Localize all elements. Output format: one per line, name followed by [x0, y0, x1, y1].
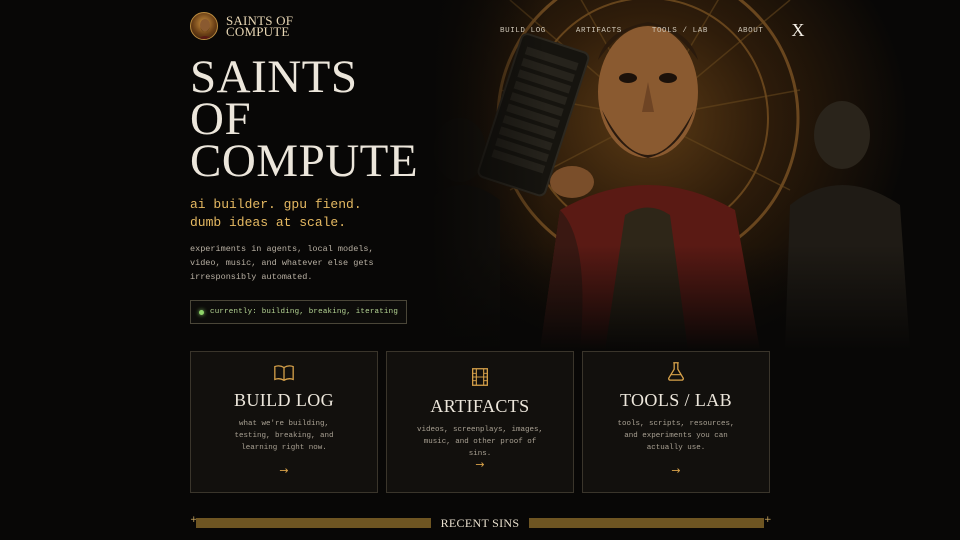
card-description: videos, screenplays, images, music, and … [416, 426, 544, 458]
nav-about[interactable]: ABOUT [738, 27, 764, 35]
hero-saint-artwork [430, 0, 960, 350]
arrow-right-icon[interactable]: → [279, 464, 288, 477]
tagline-line: ai builder. gpu fiend. [190, 197, 362, 212]
tagline-line: dumb ideas at scale. [190, 215, 347, 230]
film-icon [472, 368, 488, 386]
saint-logo-icon [190, 12, 218, 40]
x-social-link[interactable]: X [791, 20, 804, 41]
card-title: TOOLS / LAB [619, 390, 733, 410]
status-text: currently: building, breaking, iterating [210, 308, 399, 316]
brand-name: SAINTS OF COMPUTE [226, 13, 294, 39]
hero-title-line: OF [190, 93, 252, 145]
card-tools-lab[interactable]: TOOLS / LAB tools, scripts, resources, a… [582, 351, 770, 493]
nav-build-log[interactable]: BUILD LOG [500, 27, 546, 35]
plus-icon: + [764, 515, 772, 525]
top-nav: BUILD LOG ARTIFACTS TOOLS / LAB ABOUT X [500, 20, 804, 41]
card-description: what we're building, testing, breaking, … [234, 420, 334, 452]
status-dot-icon [199, 309, 204, 315]
card-build-log[interactable]: BUILD LOG what we're building, testing, … [190, 351, 378, 493]
divider-bar [529, 518, 764, 528]
hero-title-line: SAINTS [190, 51, 358, 103]
flask-icon [668, 362, 684, 381]
hero-title: SAINTS OF COMPUTE [190, 51, 419, 187]
hero-title-line: COMPUTE [190, 135, 419, 187]
section-title-recent-sins: RECENT SINS [440, 516, 520, 530]
brand-link[interactable]: SAINTS OF COMPUTE [190, 12, 296, 40]
hero-description: experiments in agents, local models, vid… [190, 244, 374, 282]
nav-tools-lab[interactable]: TOOLS / LAB [652, 27, 708, 35]
card-description: tools, scripts, resources, and experimen… [617, 420, 735, 452]
arrow-right-icon[interactable]: → [475, 458, 484, 471]
card-title: BUILD LOG [233, 390, 335, 410]
arrow-right-icon[interactable]: → [671, 464, 680, 477]
card-title: ARTIFACTS [430, 396, 530, 416]
book-icon [274, 365, 294, 382]
nav-artifacts[interactable]: ARTIFACTS [576, 27, 622, 35]
status-badge: currently: building, breaking, iterating [190, 300, 408, 324]
divider-bar [196, 518, 431, 528]
recent-sins-divider: + RECENT SINS + [190, 515, 772, 530]
card-artifacts[interactable]: ARTIFACTS videos, screenplays, images, m… [386, 351, 574, 493]
hero-tagline: ai builder. gpu fiend. dumb ideas at sca… [190, 196, 362, 232]
